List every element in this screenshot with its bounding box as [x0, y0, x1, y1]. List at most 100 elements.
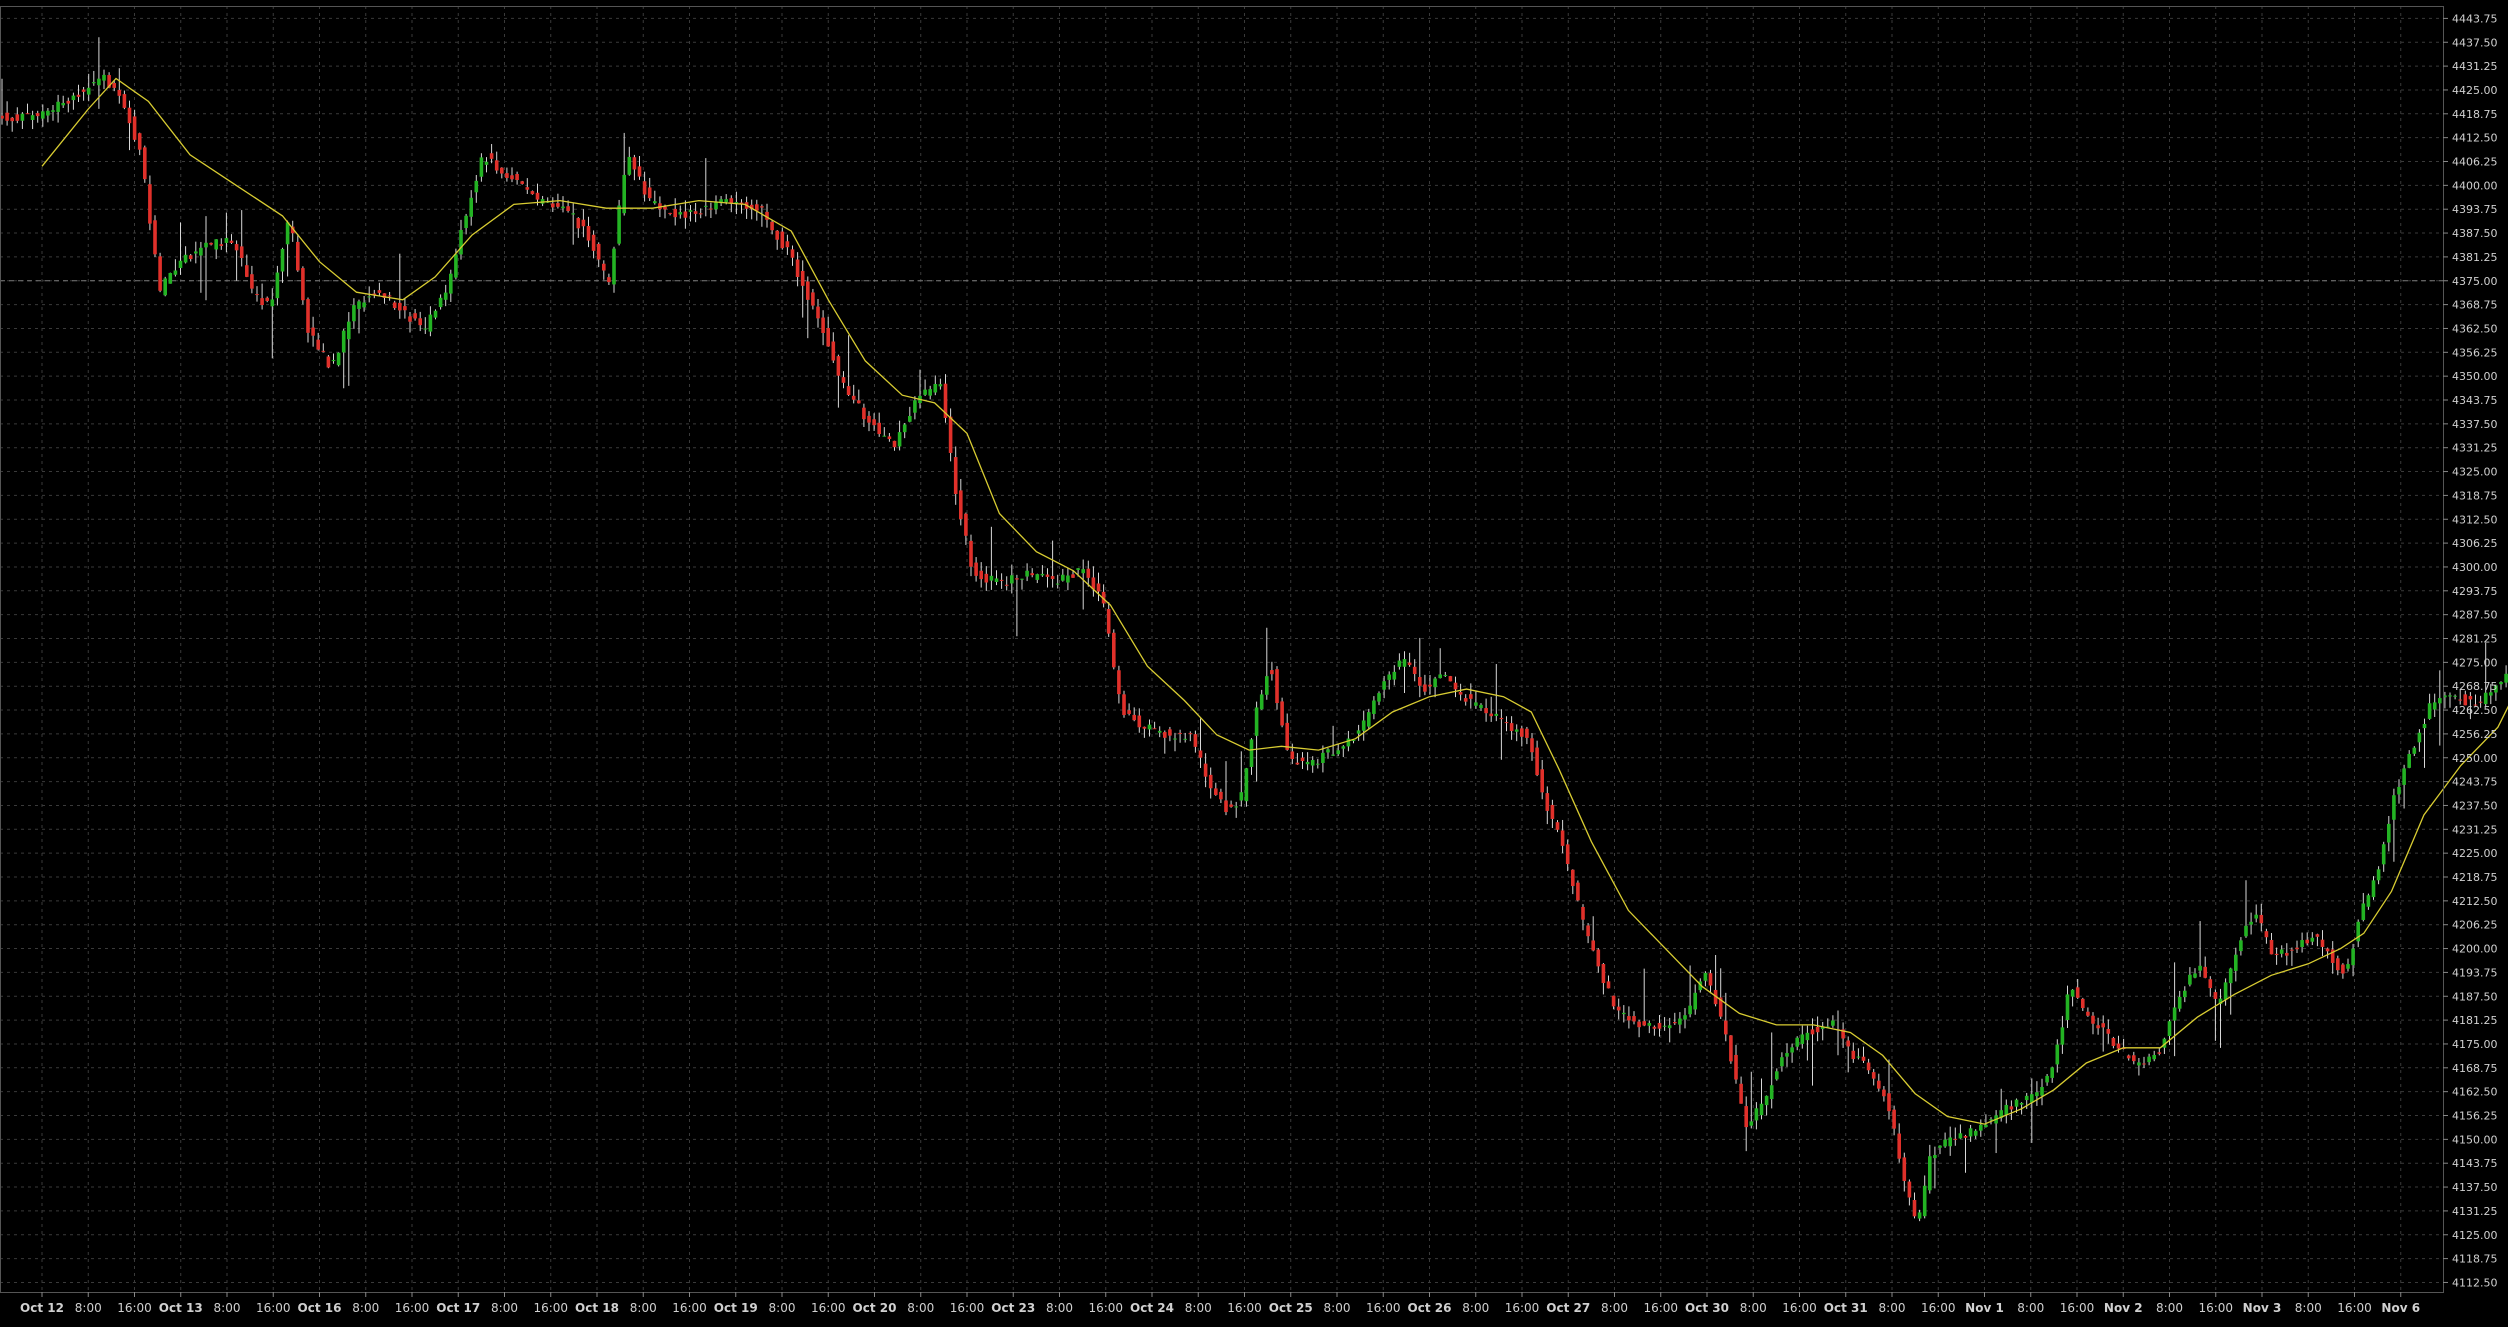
candle-down	[1152, 728, 1157, 730]
candle-up	[1367, 712, 1371, 727]
candle-up	[2402, 768, 2406, 785]
candle-down	[239, 246, 244, 258]
candle-up	[1780, 1057, 1784, 1067]
candle-down	[1616, 1006, 1621, 1011]
x-tick-label: 8:00	[1601, 1301, 1628, 1315]
candle-down	[1912, 1199, 1917, 1217]
candle-up	[1438, 674, 1442, 679]
x-tick-label: 8:00	[1324, 1301, 1351, 1315]
candle-down	[1198, 750, 1203, 758]
candle-down	[1193, 734, 1198, 747]
candle-down	[1280, 701, 1284, 726]
candle-down	[2213, 992, 2218, 999]
x-tick-label: 8:00	[75, 1301, 102, 1315]
candle-down	[515, 173, 519, 181]
candle-down	[693, 211, 698, 214]
x-tick-label: Oct 27	[1546, 1301, 1590, 1315]
candle-down	[10, 117, 14, 122]
candle-up	[617, 205, 621, 244]
candle-down	[2009, 1106, 2014, 1110]
candle-down	[2259, 914, 2264, 924]
candle-down	[1596, 949, 1601, 967]
candle-up	[2392, 795, 2396, 820]
candle-down	[1208, 774, 1213, 789]
candle-down	[1453, 682, 1458, 690]
candle-down	[1953, 1138, 1958, 1140]
candle-up	[1938, 1145, 1942, 1148]
candle-up	[1387, 674, 1391, 680]
candle-down	[551, 203, 555, 208]
candle-down	[2295, 947, 2299, 950]
candle-up	[688, 210, 693, 212]
candle-down	[862, 407, 866, 420]
candle-down	[1734, 1054, 1738, 1080]
candle-down	[1535, 747, 1539, 776]
candle-down	[2086, 1011, 2090, 1016]
candle-up	[41, 111, 45, 119]
y-tick-label: 4193.75	[2452, 966, 2498, 979]
x-tick-label: 8:00	[2017, 1301, 2044, 1315]
candle-down	[1509, 723, 1514, 731]
candle-down	[255, 294, 259, 296]
candle-up	[1479, 704, 1483, 709]
candle-down	[1632, 1016, 1636, 1022]
candle-down	[1285, 722, 1289, 750]
candle-up	[1754, 1108, 1759, 1121]
candle-up	[1402, 659, 1407, 667]
candle-down	[2458, 699, 2462, 701]
candle-down	[1412, 666, 1417, 675]
candle-down	[1275, 669, 1279, 704]
candle-up	[2183, 990, 2187, 998]
x-tick-label: Nov 1	[1965, 1301, 2004, 1315]
candle-down	[1657, 1022, 1662, 1029]
candle-up	[2004, 1104, 2009, 1115]
candle-up	[1622, 1012, 1626, 1015]
candle-up	[1984, 1124, 1988, 1128]
candle-down	[576, 218, 581, 229]
candle-up	[1346, 738, 1351, 747]
candle-up	[734, 202, 739, 204]
candle-down	[1050, 576, 1055, 579]
candle-down	[790, 249, 795, 258]
y-tick-label: 4125.00	[2452, 1229, 2498, 1242]
candle-down	[1030, 573, 1034, 576]
candle-up	[2438, 698, 2442, 704]
x-tick-label: 16:00	[1921, 1301, 1956, 1315]
candle-down	[1112, 632, 1116, 668]
candle-up	[1316, 763, 1320, 765]
candle-up	[1856, 1056, 1861, 1058]
candle-down	[1560, 830, 1565, 846]
candle-down	[1882, 1089, 1886, 1097]
candle-down	[1407, 662, 1412, 666]
candle-down	[872, 419, 876, 426]
candle-down	[1861, 1056, 1866, 1061]
candle-down	[826, 328, 830, 347]
x-tick-label: 16:00	[533, 1301, 568, 1315]
x-tick-label: 8:00	[352, 1301, 379, 1315]
candle-down	[1168, 729, 1172, 736]
candle-down	[2264, 931, 2269, 938]
candle-down	[1611, 995, 1616, 1007]
x-tick-label: 16:00	[2060, 1301, 2095, 1315]
candle-up	[1785, 1053, 1789, 1057]
y-tick-label: 4418.75	[2452, 108, 2498, 121]
candle-down	[413, 313, 417, 319]
candle-up	[678, 212, 683, 215]
candle-down	[1627, 1016, 1631, 1021]
candle-down	[2341, 964, 2345, 974]
candle-up	[357, 301, 361, 309]
y-tick-label: 4143.75	[2452, 1157, 2498, 1170]
candle-down	[1295, 762, 1300, 765]
candle-down	[1015, 578, 1019, 580]
candle-down	[66, 100, 71, 104]
candle-up	[1805, 1032, 1810, 1041]
candle-up	[199, 247, 203, 256]
y-tick-label: 4118.75	[2452, 1253, 2498, 1266]
candle-up	[2371, 880, 2376, 898]
candle-up	[1764, 1095, 1769, 1106]
candle-down	[76, 94, 81, 97]
candle-down	[1418, 677, 1422, 686]
candle-down	[2126, 1055, 2131, 1059]
y-tick-label: 4368.75	[2452, 299, 2498, 312]
candle-down	[1866, 1062, 1871, 1071]
